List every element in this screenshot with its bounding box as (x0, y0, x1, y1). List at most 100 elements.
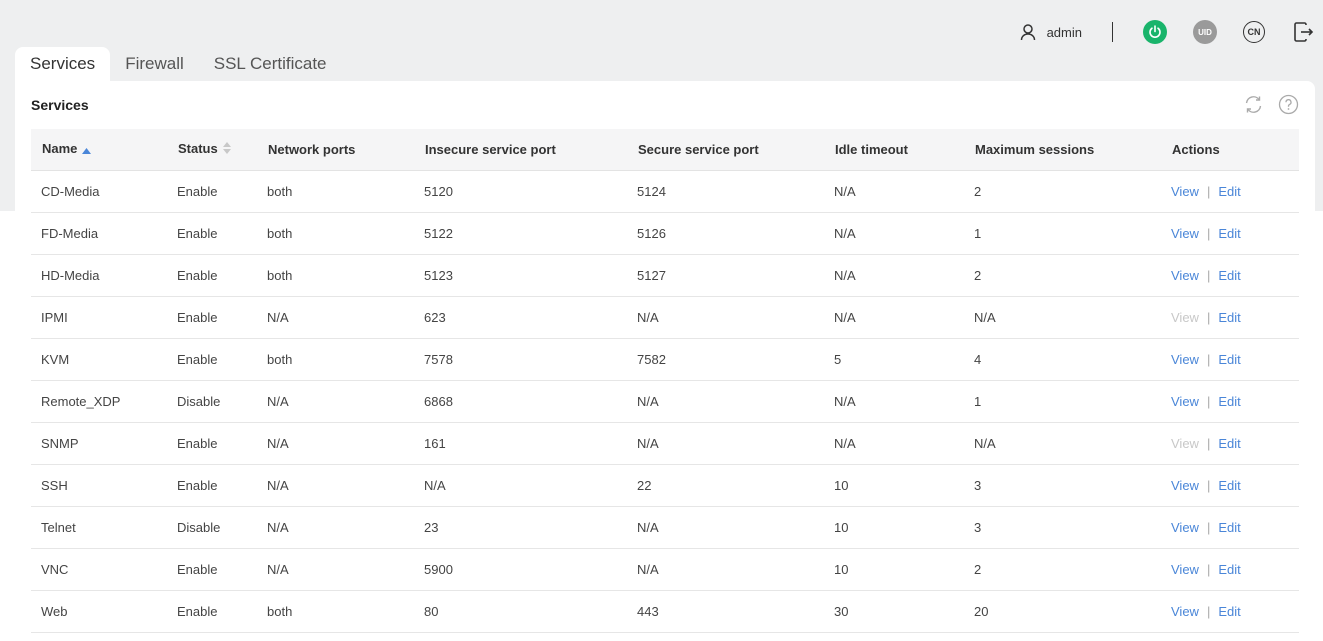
uid-button[interactable]: UID (1193, 20, 1217, 44)
cell-status: Enable (167, 548, 257, 591)
edit-link[interactable]: Edit (1218, 268, 1240, 283)
action-separator: | (1206, 477, 1211, 493)
cell-max-sessions: 3 (964, 464, 1161, 507)
view-link[interactable]: View (1171, 226, 1199, 241)
sort-ascending-icon[interactable] (82, 142, 92, 157)
cell-status: Enable (167, 212, 257, 255)
cell-network-ports: N/A (257, 506, 414, 549)
cell-name: Web (31, 590, 167, 633)
view-link: View (1171, 309, 1199, 325)
cell-network-ports: N/A (257, 464, 414, 507)
cell-insecure-port: 623 (414, 296, 627, 339)
cell-actions: View | Edit (1161, 548, 1299, 591)
cell-network-ports: both (257, 338, 414, 381)
edit-link[interactable]: Edit (1218, 184, 1240, 199)
view-link[interactable]: View (1171, 562, 1199, 577)
cell-status: Disable (167, 506, 257, 549)
power-icon (1148, 25, 1162, 39)
panel-tools (1243, 94, 1299, 115)
view-link[interactable]: View (1171, 520, 1199, 535)
view-link[interactable]: View (1171, 604, 1199, 619)
sort-icon[interactable] (222, 142, 231, 157)
table-row: FD-Media Enable both 5122 5126 N/A 1 View | Edit (31, 212, 1299, 255)
action-separator: | (1206, 351, 1211, 367)
cell-max-sessions: 1 (964, 212, 1161, 255)
tab-ssl-certificate[interactable]: SSL Certificate (199, 47, 342, 81)
column-header-idle-timeout: Idle timeout (824, 129, 964, 171)
cell-insecure-port: 161 (414, 422, 627, 465)
view-link[interactable]: View (1171, 268, 1199, 283)
column-header-status[interactable]: Status (167, 129, 257, 171)
view-link[interactable]: View (1171, 478, 1199, 493)
edit-link[interactable]: Edit (1218, 394, 1240, 409)
cell-idle-timeout: N/A (824, 296, 964, 339)
cell-max-sessions: 1 (964, 380, 1161, 423)
column-header-network-ports: Network ports (257, 129, 414, 171)
cell-insecure-port: 23 (414, 506, 627, 549)
edit-link[interactable]: Edit (1218, 352, 1240, 367)
view-link[interactable]: View (1171, 352, 1199, 367)
cell-idle-timeout: 10 (824, 464, 964, 507)
cell-actions: View | Edit (1161, 422, 1299, 465)
edit-link[interactable]: Edit (1218, 478, 1240, 493)
cell-insecure-port: 5123 (414, 254, 627, 297)
cell-secure-port: 5127 (627, 254, 824, 297)
refresh-icon[interactable] (1243, 94, 1264, 115)
power-button[interactable] (1143, 20, 1167, 44)
cell-status: Enable (167, 422, 257, 465)
cell-max-sessions: 20 (964, 590, 1161, 633)
edit-link[interactable]: Edit (1218, 520, 1240, 535)
table-row: SSH Enable N/A N/A 22 10 3 View | Edit (31, 464, 1299, 507)
column-header-max-sessions: Maximum sessions (964, 129, 1161, 171)
tab-firewall[interactable]: Firewall (110, 47, 199, 81)
cell-insecure-port: 5122 (414, 212, 627, 255)
view-link[interactable]: View (1171, 394, 1199, 409)
cell-name: SSH (31, 464, 167, 507)
cell-name: Remote_XDP (31, 380, 167, 423)
cell-insecure-port: 7578 (414, 338, 627, 381)
column-header-actions: Actions (1161, 129, 1299, 171)
cell-secure-port: 443 (627, 590, 824, 633)
cell-name: IPMI (31, 296, 167, 339)
cell-name: Telnet (31, 506, 167, 549)
action-separator: | (1206, 225, 1211, 241)
cell-insecure-port: 80 (414, 590, 627, 633)
cell-secure-port: N/A (627, 380, 824, 423)
edit-link[interactable]: Edit (1218, 562, 1240, 577)
cell-name: HD-Media (31, 254, 167, 297)
cell-network-ports: N/A (257, 380, 414, 423)
edit-link[interactable]: Edit (1218, 310, 1240, 325)
tab-bar: Services Firewall SSL Certificate (15, 47, 342, 81)
table-row: SNMP Enable N/A 161 N/A N/A N/A View | Edit (31, 422, 1299, 465)
cell-actions: View | Edit (1161, 464, 1299, 507)
tab-services[interactable]: Services (15, 47, 111, 81)
cell-actions: View | Edit (1161, 212, 1299, 255)
cell-actions: View | Edit (1161, 380, 1299, 423)
cell-insecure-port: 5120 (414, 170, 627, 213)
services-table: Name Status Network ports Insecure servi… (31, 129, 1299, 633)
cell-secure-port: 7582 (627, 338, 824, 381)
cell-name: FD-Media (31, 212, 167, 255)
cell-network-ports: both (257, 590, 414, 633)
language-button[interactable]: CN (1243, 21, 1265, 43)
help-icon[interactable] (1278, 94, 1299, 115)
cell-secure-port: 5126 (627, 212, 824, 255)
cell-idle-timeout: 5 (824, 338, 964, 381)
services-panel: Services Name Status Network ports Insec… (15, 81, 1315, 641)
table-row: Web Enable both 80 443 30 20 View | Edit (31, 590, 1299, 633)
edit-link[interactable]: Edit (1218, 604, 1240, 619)
view-link[interactable]: View (1171, 184, 1199, 199)
column-header-name[interactable]: Name (31, 129, 167, 171)
user-name[interactable]: admin (1047, 25, 1082, 40)
logout-icon[interactable] (1291, 20, 1315, 44)
cell-status: Enable (167, 296, 257, 339)
edit-link[interactable]: Edit (1218, 436, 1240, 451)
edit-link[interactable]: Edit (1218, 226, 1240, 241)
cell-secure-port: N/A (627, 506, 824, 549)
cell-network-ports: both (257, 170, 414, 213)
action-separator: | (1206, 561, 1211, 577)
cell-network-ports: both (257, 212, 414, 255)
cell-actions: View | Edit (1161, 590, 1299, 633)
cell-max-sessions: 3 (964, 506, 1161, 549)
cell-name: VNC (31, 548, 167, 591)
